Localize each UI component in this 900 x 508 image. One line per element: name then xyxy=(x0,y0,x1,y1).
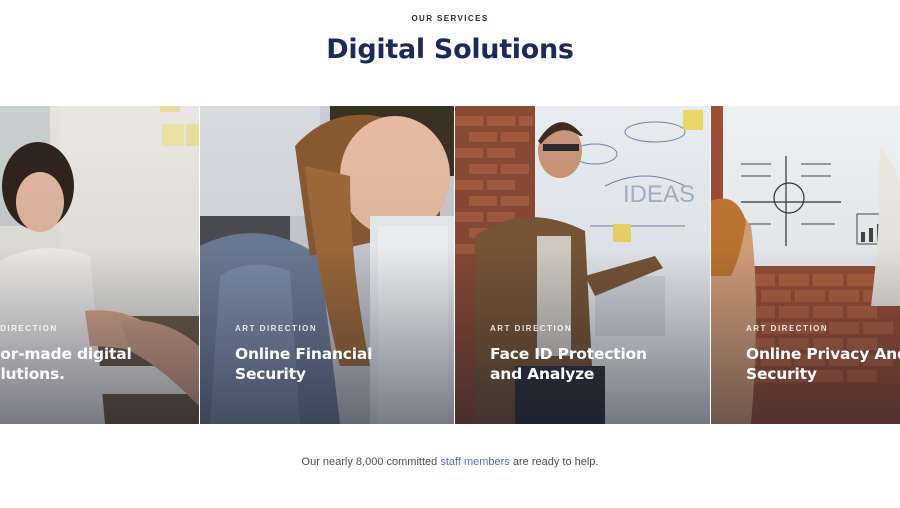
service-card[interactable]: IDEAS ART DIRECTION Face ID Protection a… xyxy=(455,106,710,424)
card-title-line: ilor-made digital xyxy=(0,345,132,363)
footer-text: Our nearly 8,000 committed xyxy=(301,456,441,468)
staff-members-link[interactable]: staff members xyxy=(440,456,510,468)
footer-text: are ready to help. xyxy=(509,456,599,468)
card-title[interactable]: ilor-made digital olutions. xyxy=(0,344,132,384)
section-title: Digital Solutions xyxy=(326,34,574,65)
card-category: ART DIRECTION xyxy=(235,324,318,333)
card-category: T DIRECTION xyxy=(0,324,58,333)
service-card[interactable]: ART DIRECTION Online Privacy And Securit… xyxy=(711,106,900,424)
footer-help-text: Our nearly 8,000 committed staff members… xyxy=(0,456,900,468)
card-title-line: Security xyxy=(235,365,306,383)
services-carousel[interactable]: T DIRECTION ilor-made digital olutions. … xyxy=(0,106,900,424)
card-title[interactable]: Online Financial Security xyxy=(235,344,372,384)
card-title-line: Face ID Protection xyxy=(490,345,647,363)
card-title-line: Security xyxy=(746,365,817,383)
card-title-line: Online Privacy And xyxy=(746,345,900,363)
card-title[interactable]: Face ID Protection and Analyze xyxy=(490,344,647,384)
card-category: ART DIRECTION xyxy=(490,324,573,333)
service-card[interactable]: ART DIRECTION Online Financial Security xyxy=(200,106,454,424)
card-title-line: olutions. xyxy=(0,365,65,383)
card-title-line: Online Financial xyxy=(235,345,373,363)
eyebrow-label: OUR SERVICES xyxy=(411,14,489,23)
card-title-line: and Analyze xyxy=(490,365,595,383)
card-title[interactable]: Online Privacy And Security xyxy=(746,344,900,384)
card-category: ART DIRECTION xyxy=(746,324,829,333)
service-card[interactable]: T DIRECTION ilor-made digital olutions. xyxy=(0,106,199,424)
